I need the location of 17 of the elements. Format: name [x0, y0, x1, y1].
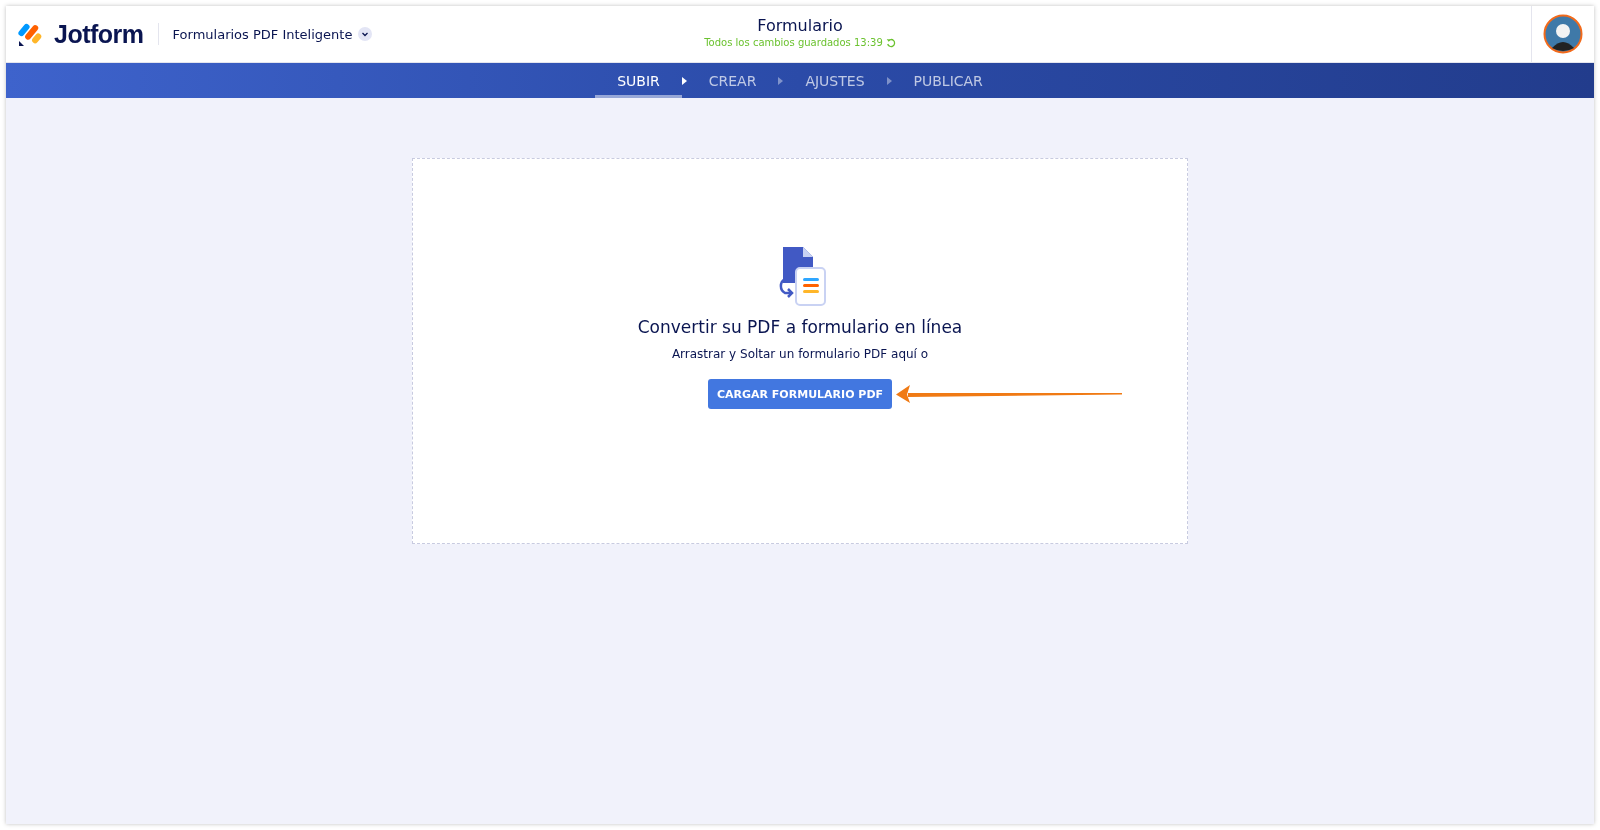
save-status: Todos los cambios guardados 13:39	[704, 37, 883, 48]
step-tab[interactable]: PUBLICAR	[891, 63, 1005, 98]
caret-right-icon	[886, 76, 892, 85]
product-menu[interactable]: Formularios PDF Inteligente	[172, 26, 353, 42]
brand-name: Jotform	[54, 19, 144, 49]
logo-icon	[18, 21, 44, 47]
avatar-icon[interactable]	[1543, 14, 1583, 54]
chevron-down-icon[interactable]	[358, 27, 373, 41]
upload-heading: Convertir su PDF a formulario en línea	[637, 317, 963, 337]
step-tab[interactable]: CREAR	[686, 63, 779, 98]
form-title: Formulario	[757, 16, 843, 35]
step-tab[interactable]: SUBIR	[595, 63, 682, 98]
caret-right-icon	[681, 76, 687, 85]
drop-hint: Arrastrar y Soltar un formulario PDF aquí o	[671, 347, 929, 361]
step-tab[interactable]: AJUSTES	[783, 63, 887, 98]
upload-pdf-button[interactable]: CARGAR FORMULARIO PDF	[707, 379, 893, 409]
caret-right-icon	[778, 76, 784, 85]
